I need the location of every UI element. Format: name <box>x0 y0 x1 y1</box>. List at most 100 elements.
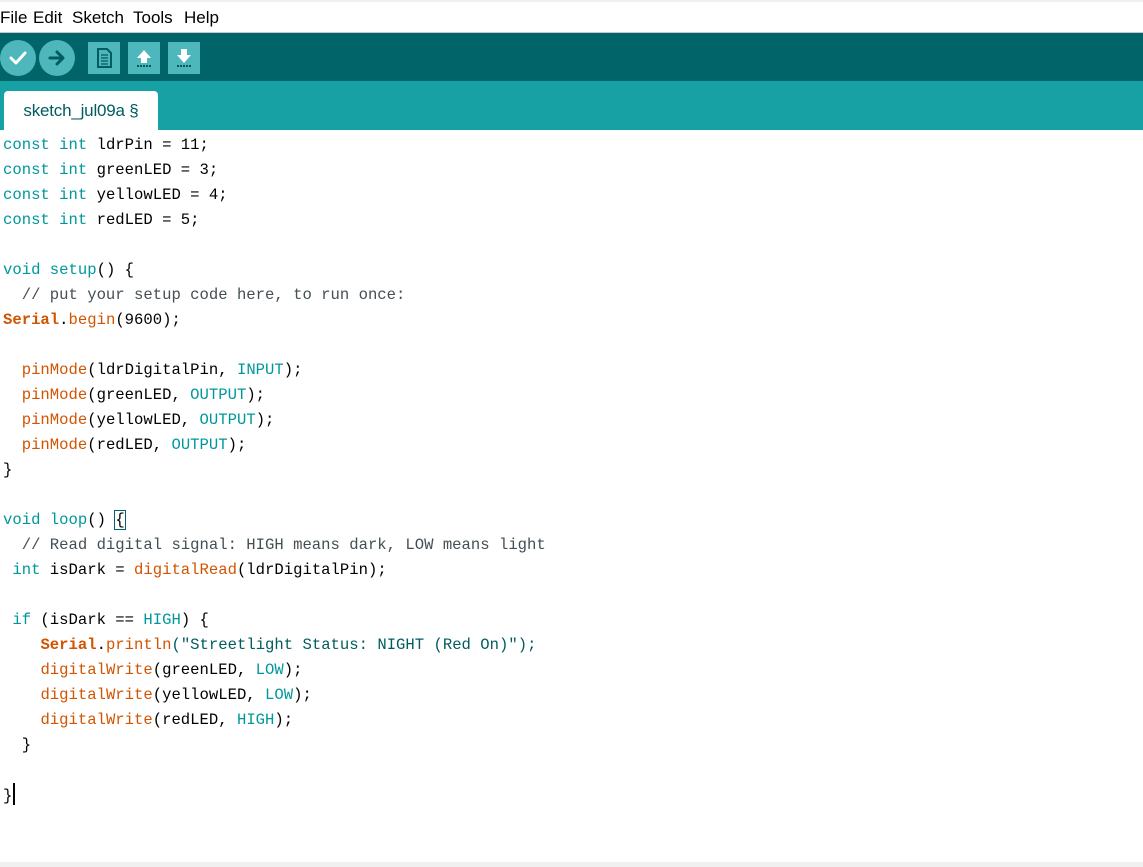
code-line[interactable] <box>3 483 546 508</box>
code-line[interactable]: void setup() { <box>3 258 546 283</box>
code-token: int <box>59 211 88 229</box>
code-token: redLED = 5; <box>87 211 200 229</box>
code-line[interactable]: // Read digital signal: HIGH means dark,… <box>3 533 546 558</box>
code-token: Serial <box>40 636 97 654</box>
code-line[interactable]: pinMode(ldrDigitalPin, INPUT); <box>3 358 546 383</box>
code-token: println <box>105 636 172 654</box>
menu-top-line <box>0 0 1143 2</box>
code-token: OUTPUT <box>199 411 256 429</box>
code-token: ); <box>274 711 294 729</box>
code-line[interactable] <box>3 333 546 358</box>
menu-file[interactable]: File <box>0 8 27 28</box>
code-token: (9600); <box>115 311 181 329</box>
code-line[interactable]: const int yellowLED = 4; <box>3 183 546 208</box>
code-token: (ldrDigitalPin, <box>87 361 237 379</box>
code-line[interactable]: } <box>3 783 546 809</box>
code-text[interactable]: const int ldrPin = 11; const int greenLED… <box>3 133 546 809</box>
code-line[interactable]: pinMode(yellowLED, OUTPUT); <box>3 408 546 433</box>
code-line[interactable]: Serial.println("Streetlight Status: NIGH… <box>3 633 546 658</box>
code-editor[interactable]: const int ldrPin = 11; const int greenLED… <box>0 130 1143 862</box>
code-line[interactable]: Serial.begin(9600); <box>3 308 546 333</box>
code-token: void <box>3 261 41 279</box>
code-line[interactable]: int isDark = digitalRead(ldrDigitalPin); <box>3 558 546 583</box>
code-token: begin <box>68 311 116 329</box>
code-token: digitalRead <box>134 561 237 579</box>
code-line[interactable]: digitalWrite(redLED, HIGH); <box>3 708 546 733</box>
code-line[interactable]: pinMode(redLED, OUTPUT); <box>3 433 546 458</box>
code-token: (greenLED, <box>87 386 191 404</box>
menu-sketch[interactable]: Sketch <box>72 8 124 28</box>
code-token: ("Streetlight Status: NIGHT (Red On)"); <box>171 636 537 654</box>
tab-sketch[interactable]: sketch_jul09a § <box>4 91 158 130</box>
menu-bar: File Edit Sketch Tools Help <box>0 0 1143 33</box>
arrow-down-icon <box>177 49 191 67</box>
code-token: { <box>114 510 126 530</box>
code-token: if <box>12 611 32 629</box>
tab-label: sketch_jul09a § <box>23 100 139 120</box>
code-token: const <box>3 136 50 154</box>
code-line[interactable]: digitalWrite(yellowLED, LOW); <box>3 683 546 708</box>
code-line[interactable] <box>3 758 546 783</box>
menu-edit[interactable]: Edit <box>33 8 62 28</box>
code-token: (redLED, <box>87 436 172 454</box>
code-token: (yellowLED, <box>152 686 266 704</box>
tab-bar: sketch_jul09a § <box>0 81 1143 130</box>
status-strip <box>0 862 1143 867</box>
code-token: void <box>3 511 41 529</box>
code-token: ldrPin = 11; <box>87 136 209 154</box>
code-line[interactable]: // put your setup code here, to run once… <box>3 283 546 308</box>
code-token: ) { <box>180 611 209 629</box>
code-line[interactable]: const int redLED = 5; <box>3 208 546 233</box>
code-token: (ldrDigitalPin); <box>236 561 387 579</box>
code-token: () { <box>96 261 135 279</box>
code-line[interactable]: const int greenLED = 3; <box>3 158 546 183</box>
code-token: const <box>3 211 50 229</box>
code-token: pinMode <box>21 361 88 379</box>
verify-button[interactable] <box>0 40 36 76</box>
code-line[interactable]: if (isDark == HIGH) { <box>3 608 546 633</box>
code-line[interactable]: void loop() { <box>3 508 546 533</box>
code-line[interactable] <box>3 233 546 258</box>
code-token: digitalWrite <box>40 661 153 679</box>
new-sketch-button[interactable] <box>88 42 120 74</box>
upload-button[interactable] <box>39 40 75 76</box>
save-button[interactable] <box>168 42 200 74</box>
code-token: digitalWrite <box>40 686 153 704</box>
code-line[interactable]: pinMode(greenLED, OUTPUT); <box>3 383 546 408</box>
code-token: yellowLED = 4; <box>87 186 228 204</box>
code-token: int <box>12 561 41 579</box>
code-line[interactable]: const int ldrPin = 11; <box>3 133 546 158</box>
code-line[interactable]: } <box>3 733 546 758</box>
code-token: HIGH <box>236 711 275 729</box>
code-token: const <box>3 161 50 179</box>
code-token: OUTPUT <box>190 386 247 404</box>
code-token: (yellowLED, <box>87 411 200 429</box>
code-line[interactable]: } <box>3 458 546 483</box>
code-line[interactable] <box>3 583 546 608</box>
code-token: (greenLED, <box>152 661 256 679</box>
code-token: int <box>59 161 88 179</box>
code-token: pinMode <box>21 436 88 454</box>
code-token: ); <box>283 361 303 379</box>
code-token: LOW <box>255 661 284 679</box>
code-token: // Read digital signal: HIGH means dark,… <box>3 536 546 554</box>
code-token: pinMode <box>21 411 88 429</box>
menu-tools[interactable]: Tools <box>133 8 173 28</box>
toolbar <box>0 33 1143 81</box>
code-token: setup <box>49 261 97 279</box>
open-button[interactable] <box>128 42 160 74</box>
code-token: () <box>87 511 116 529</box>
code-line[interactable]: digitalWrite(greenLED, LOW); <box>3 658 546 683</box>
code-token: . <box>96 636 106 654</box>
menu-help[interactable]: Help <box>184 8 219 28</box>
